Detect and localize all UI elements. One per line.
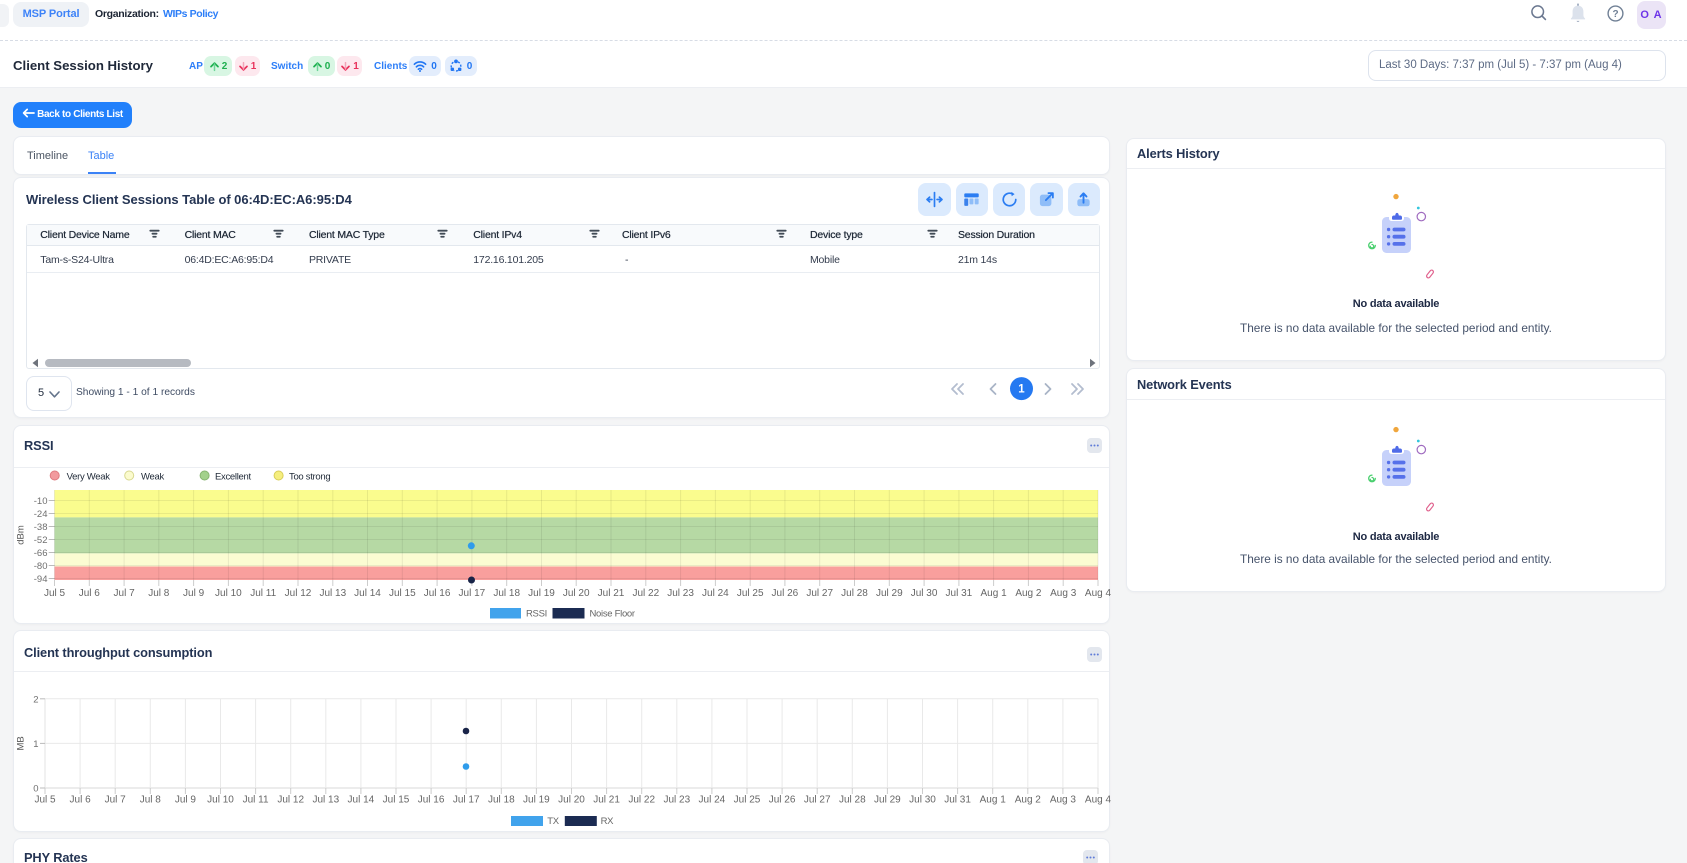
svg-text:2: 2 (33, 694, 38, 705)
svg-text:MB: MB (16, 736, 27, 750)
svg-text:Jul 20: Jul 20 (563, 588, 590, 599)
svg-text:1: 1 (33, 739, 38, 750)
svg-text:Jul 25: Jul 25 (734, 795, 761, 806)
svg-text:Jul 14: Jul 14 (348, 795, 375, 806)
svg-text:Jul 6: Jul 6 (79, 588, 101, 599)
svg-text:Jul 24: Jul 24 (699, 795, 726, 806)
svg-text:dBm: dBm (16, 525, 27, 545)
svg-text:Jul 12: Jul 12 (285, 588, 312, 599)
svg-text:Jul 16: Jul 16 (424, 588, 451, 599)
svg-text:Aug 4: Aug 4 (1085, 795, 1111, 806)
svg-text:Jul 25: Jul 25 (737, 588, 764, 599)
svg-text:Aug 3: Aug 3 (1050, 588, 1077, 599)
svg-text:-94: -94 (34, 574, 48, 585)
svg-text:Jul 27: Jul 27 (806, 588, 833, 599)
svg-text:Weak: Weak (141, 472, 164, 483)
svg-text:Jul 13: Jul 13 (319, 588, 346, 599)
svg-text:Jul 15: Jul 15 (383, 795, 410, 806)
svg-text:Jul 18: Jul 18 (493, 588, 520, 599)
svg-text:?: ? (1612, 9, 1618, 20)
svg-text:-52: -52 (34, 535, 48, 546)
svg-text:Jul 15: Jul 15 (389, 588, 416, 599)
svg-text:Jul 27: Jul 27 (804, 795, 831, 806)
svg-text:1: 1 (1018, 384, 1025, 396)
svg-text:Jul 8: Jul 8 (148, 588, 170, 599)
svg-text:Jul 22: Jul 22 (632, 588, 659, 599)
svg-text:RX: RX (601, 816, 615, 827)
svg-text:Jul 30: Jul 30 (909, 795, 936, 806)
svg-text:Jul 9: Jul 9 (175, 795, 197, 806)
svg-text:-24: -24 (34, 509, 48, 520)
svg-text:Jul 26: Jul 26 (769, 795, 796, 806)
svg-text:Aug 4: Aug 4 (1085, 588, 1111, 599)
svg-text:Jul 9: Jul 9 (183, 588, 205, 599)
svg-text:-66: -66 (34, 548, 48, 559)
svg-text:Jul 29: Jul 29 (874, 795, 901, 806)
svg-text:Jul 26: Jul 26 (772, 588, 799, 599)
svg-text:Jul 8: Jul 8 (140, 795, 162, 806)
svg-text:Jul 28: Jul 28 (841, 588, 868, 599)
svg-text:Jul 14: Jul 14 (354, 588, 381, 599)
svg-text:Very Weak: Very Weak (67, 472, 111, 483)
svg-text:Jul 11: Jul 11 (250, 588, 276, 599)
svg-text:Jul 19: Jul 19 (528, 588, 555, 599)
svg-text:Jul 6: Jul 6 (70, 795, 92, 806)
svg-text:Jul 23: Jul 23 (667, 588, 694, 599)
svg-text:Jul 7: Jul 7 (105, 795, 127, 806)
svg-text:Aug 2: Aug 2 (1015, 588, 1042, 599)
svg-text:Jul 19: Jul 19 (523, 795, 550, 806)
svg-text:TX: TX (547, 816, 560, 827)
svg-text:RSSI: RSSI (526, 609, 547, 620)
svg-text:Aug 3: Aug 3 (1050, 795, 1077, 806)
svg-text:0: 0 (33, 784, 38, 795)
svg-text:-38: -38 (34, 522, 48, 533)
svg-text:Jul 30: Jul 30 (911, 588, 938, 599)
svg-text:Jul 5: Jul 5 (44, 588, 66, 599)
svg-text:Jul 10: Jul 10 (215, 588, 242, 599)
svg-text:Aug 1: Aug 1 (981, 588, 1008, 599)
svg-text:Jul 31: Jul 31 (944, 795, 971, 806)
svg-text:Jul 20: Jul 20 (558, 795, 585, 806)
svg-text:Excellent: Excellent (215, 472, 252, 483)
svg-text:Jul 21: Jul 21 (598, 588, 625, 599)
svg-text:Jul 23: Jul 23 (663, 795, 690, 806)
svg-text:Jul 22: Jul 22 (628, 795, 655, 806)
svg-text:Jul 17: Jul 17 (459, 588, 486, 599)
svg-text:Aug 1: Aug 1 (980, 795, 1007, 806)
svg-text:Jul 21: Jul 21 (593, 795, 620, 806)
svg-text:Jul 31: Jul 31 (946, 588, 973, 599)
svg-text:Aug 2: Aug 2 (1015, 795, 1042, 806)
svg-text:Jul 5: Jul 5 (34, 795, 56, 806)
svg-text:Jul 17: Jul 17 (453, 795, 480, 806)
svg-text:Jul 16: Jul 16 (418, 795, 445, 806)
svg-text:Jul 7: Jul 7 (114, 588, 136, 599)
svg-text:-10: -10 (34, 496, 48, 507)
svg-text:Jul 29: Jul 29 (876, 588, 903, 599)
svg-text:Noise Floor: Noise Floor (590, 609, 635, 620)
svg-text:-80: -80 (34, 561, 48, 572)
svg-text:Jul 24: Jul 24 (702, 588, 729, 599)
svg-text:Too strong: Too strong (289, 472, 330, 483)
svg-text:Jul 12: Jul 12 (277, 795, 304, 806)
svg-text:Jul 10: Jul 10 (207, 795, 234, 806)
svg-text:Jul 13: Jul 13 (312, 795, 339, 806)
svg-text:Jul 11: Jul 11 (243, 795, 269, 806)
svg-text:Jul 28: Jul 28 (839, 795, 866, 806)
svg-text:Jul 18: Jul 18 (488, 795, 515, 806)
